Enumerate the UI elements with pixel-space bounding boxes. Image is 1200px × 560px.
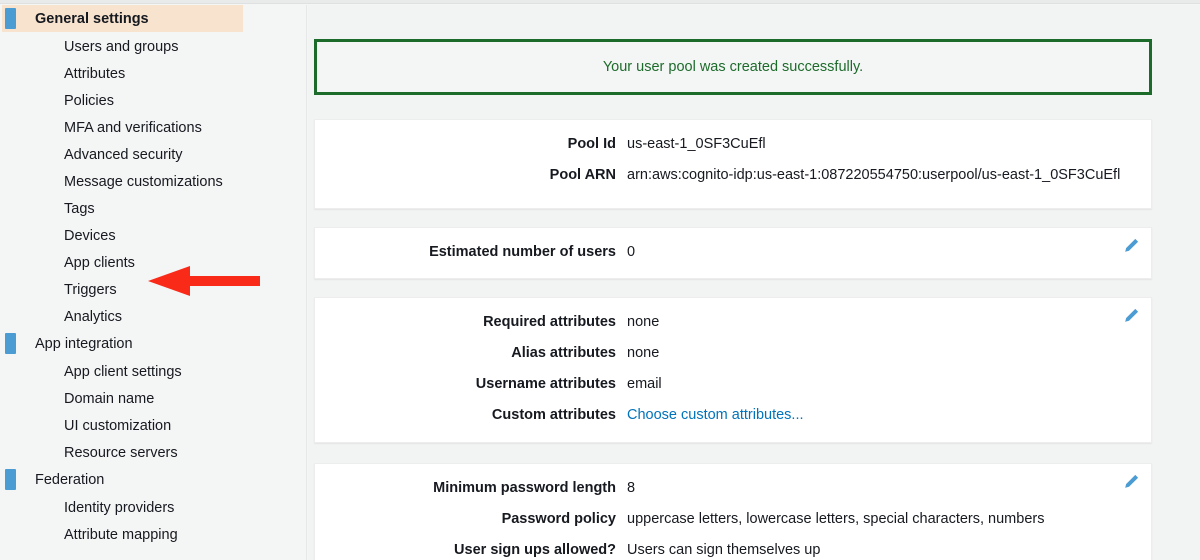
sidebar-item-devices[interactable]: Devices <box>0 222 306 249</box>
sidebar-item-tags[interactable]: Tags <box>0 195 306 222</box>
sidebar-item-users-and-groups[interactable]: Users and groups <box>0 33 306 60</box>
detail-row: Username attributes email <box>315 376 1151 407</box>
detail-value: uppercase letters, lowercase letters, sp… <box>627 511 1045 527</box>
sidebar-item-message-customizations[interactable]: Message customizations <box>0 168 306 195</box>
sidebar-item-attribute-mapping[interactable]: Attribute mapping <box>0 521 306 548</box>
edit-pencil-icon[interactable] <box>1123 308 1139 324</box>
detail-label: Custom attributes <box>491 407 616 423</box>
sidebar-item-label: Domain name <box>64 390 155 407</box>
attributes-card: Required attributes none Alias attributes n… <box>314 297 1152 443</box>
sidebar-item-label: Resource servers <box>64 444 178 461</box>
sidebar-item-label: App integration <box>35 336 133 352</box>
edit-pencil-icon[interactable] <box>1123 238 1139 254</box>
sidebar-item-attributes[interactable]: Attributes <box>0 60 306 87</box>
sidebar-item-advanced-security[interactable]: Advanced security <box>0 141 306 168</box>
sidebar-item-label: Attribute mapping <box>64 526 178 543</box>
sidebar-item-label: Message customizations <box>64 173 223 190</box>
cognito-user-pool-details-page: General settings Users and groups Attribut… <box>0 0 1200 560</box>
detail-row: Password policy uppercase letters, lowerc… <box>315 511 1151 542</box>
password-policy-card: Minimum password length 8 Password policy u… <box>314 463 1152 560</box>
main-content: Your user pool was created successfully.… <box>308 5 1200 560</box>
sidebar-item-app-integration[interactable]: App integration <box>0 330 306 358</box>
detail-label: User sign ups allowed? <box>454 542 616 558</box>
sidebar-item-label: App clients <box>64 254 135 271</box>
sidebar-item-domain-name[interactable]: Domain name <box>0 385 306 412</box>
detail-value: email <box>627 376 662 392</box>
detail-label: Alias attributes <box>511 345 616 361</box>
sidebar-item-label: App client settings <box>64 363 182 380</box>
sidebar-item-analytics[interactable]: Analytics <box>0 303 306 330</box>
detail-row: User sign ups allowed? Users can sign the… <box>315 542 1151 560</box>
edit-pencil-icon[interactable] <box>1123 474 1139 490</box>
sidebar-item-label: Devices <box>64 227 116 244</box>
detail-row: Required attributes none <box>315 314 1151 345</box>
pool-identifiers-card: Pool Id us-east-1_0SF3CuEfl Pool ARN arn:aw… <box>314 119 1152 209</box>
sidebar-item-label: Policies <box>64 92 114 109</box>
detail-row: Pool Id us-east-1_0SF3CuEfl <box>315 136 1151 167</box>
sidebar-item-label: Tags <box>64 200 95 217</box>
detail-value-link[interactable]: Choose custom attributes... <box>627 407 804 423</box>
sidebar-item-resource-servers[interactable]: Resource servers <box>0 439 306 466</box>
detail-value: arn:aws:cognito-idp:us-east-1:0872205547… <box>627 167 1121 183</box>
detail-value: us-east-1_0SF3CuEfl <box>627 136 766 152</box>
sidebar-item-label: Federation <box>35 472 105 488</box>
sidebar-item-label: Triggers <box>64 281 117 298</box>
sidebar-item-label: Attributes <box>64 65 126 82</box>
sidebar-item-app-clients[interactable]: App clients <box>0 249 306 276</box>
sidebar-item-label: UI customization <box>64 417 172 434</box>
detail-row: Estimated number of users 0 <box>315 244 1151 275</box>
detail-label: Estimated number of users <box>429 244 616 260</box>
sidebar-item-mfa-and-verifications[interactable]: MFA and verifications <box>0 114 306 141</box>
detail-row: Custom attributes Choose custom attribute… <box>315 407 1151 438</box>
detail-row: Minimum password length 8 <box>315 480 1151 511</box>
sidebar-item-federation[interactable]: Federation <box>0 466 306 494</box>
detail-label: Minimum password length <box>433 480 616 496</box>
sidebar-item-identity-providers[interactable]: Identity providers <box>0 494 306 521</box>
sidebar-item-app-client-settings[interactable]: App client settings <box>0 358 306 385</box>
detail-label: Username attributes <box>475 376 616 392</box>
sidebar-item-triggers[interactable]: Triggers <box>0 276 306 303</box>
sidebar-item-label: Analytics <box>64 308 123 325</box>
detail-value: 8 <box>627 480 636 496</box>
detail-value: none <box>627 314 660 330</box>
sidebar-navigation: General settings Users and groups Attribut… <box>0 5 307 560</box>
detail-label: Required attributes <box>483 314 616 330</box>
sidebar-item-label: MFA and verifications <box>64 119 202 136</box>
detail-value: Users can sign themselves up <box>627 542 821 558</box>
detail-label: Pool Id <box>567 136 616 152</box>
sidebar-item-label: Identity providers <box>64 499 175 516</box>
sidebar-item-ui-customization[interactable]: UI customization <box>0 412 306 439</box>
sidebar-item-label: General settings <box>35 11 149 27</box>
estimated-users-card: Estimated number of users 0 <box>314 227 1152 279</box>
detail-value: 0 <box>627 244 636 260</box>
detail-value: none <box>627 345 660 361</box>
sidebar-item-general-settings[interactable]: General settings <box>0 5 306 33</box>
detail-label: Password policy <box>501 511 616 527</box>
detail-row: Pool ARN arn:aws:cognito-idp:us-east-1:08… <box>315 167 1151 198</box>
sidebar-item-label: Users and groups <box>64 38 179 55</box>
sidebar-item-policies[interactable]: Policies <box>0 87 306 114</box>
success-banner: Your user pool was created successfully. <box>314 39 1152 95</box>
detail-row: Alias attributes none <box>315 345 1151 376</box>
success-banner-text: Your user pool was created successfully. <box>602 59 864 75</box>
sidebar-item-label: Advanced security <box>64 146 183 163</box>
detail-label: Pool ARN <box>549 167 616 183</box>
window-top-edge <box>0 0 1200 4</box>
